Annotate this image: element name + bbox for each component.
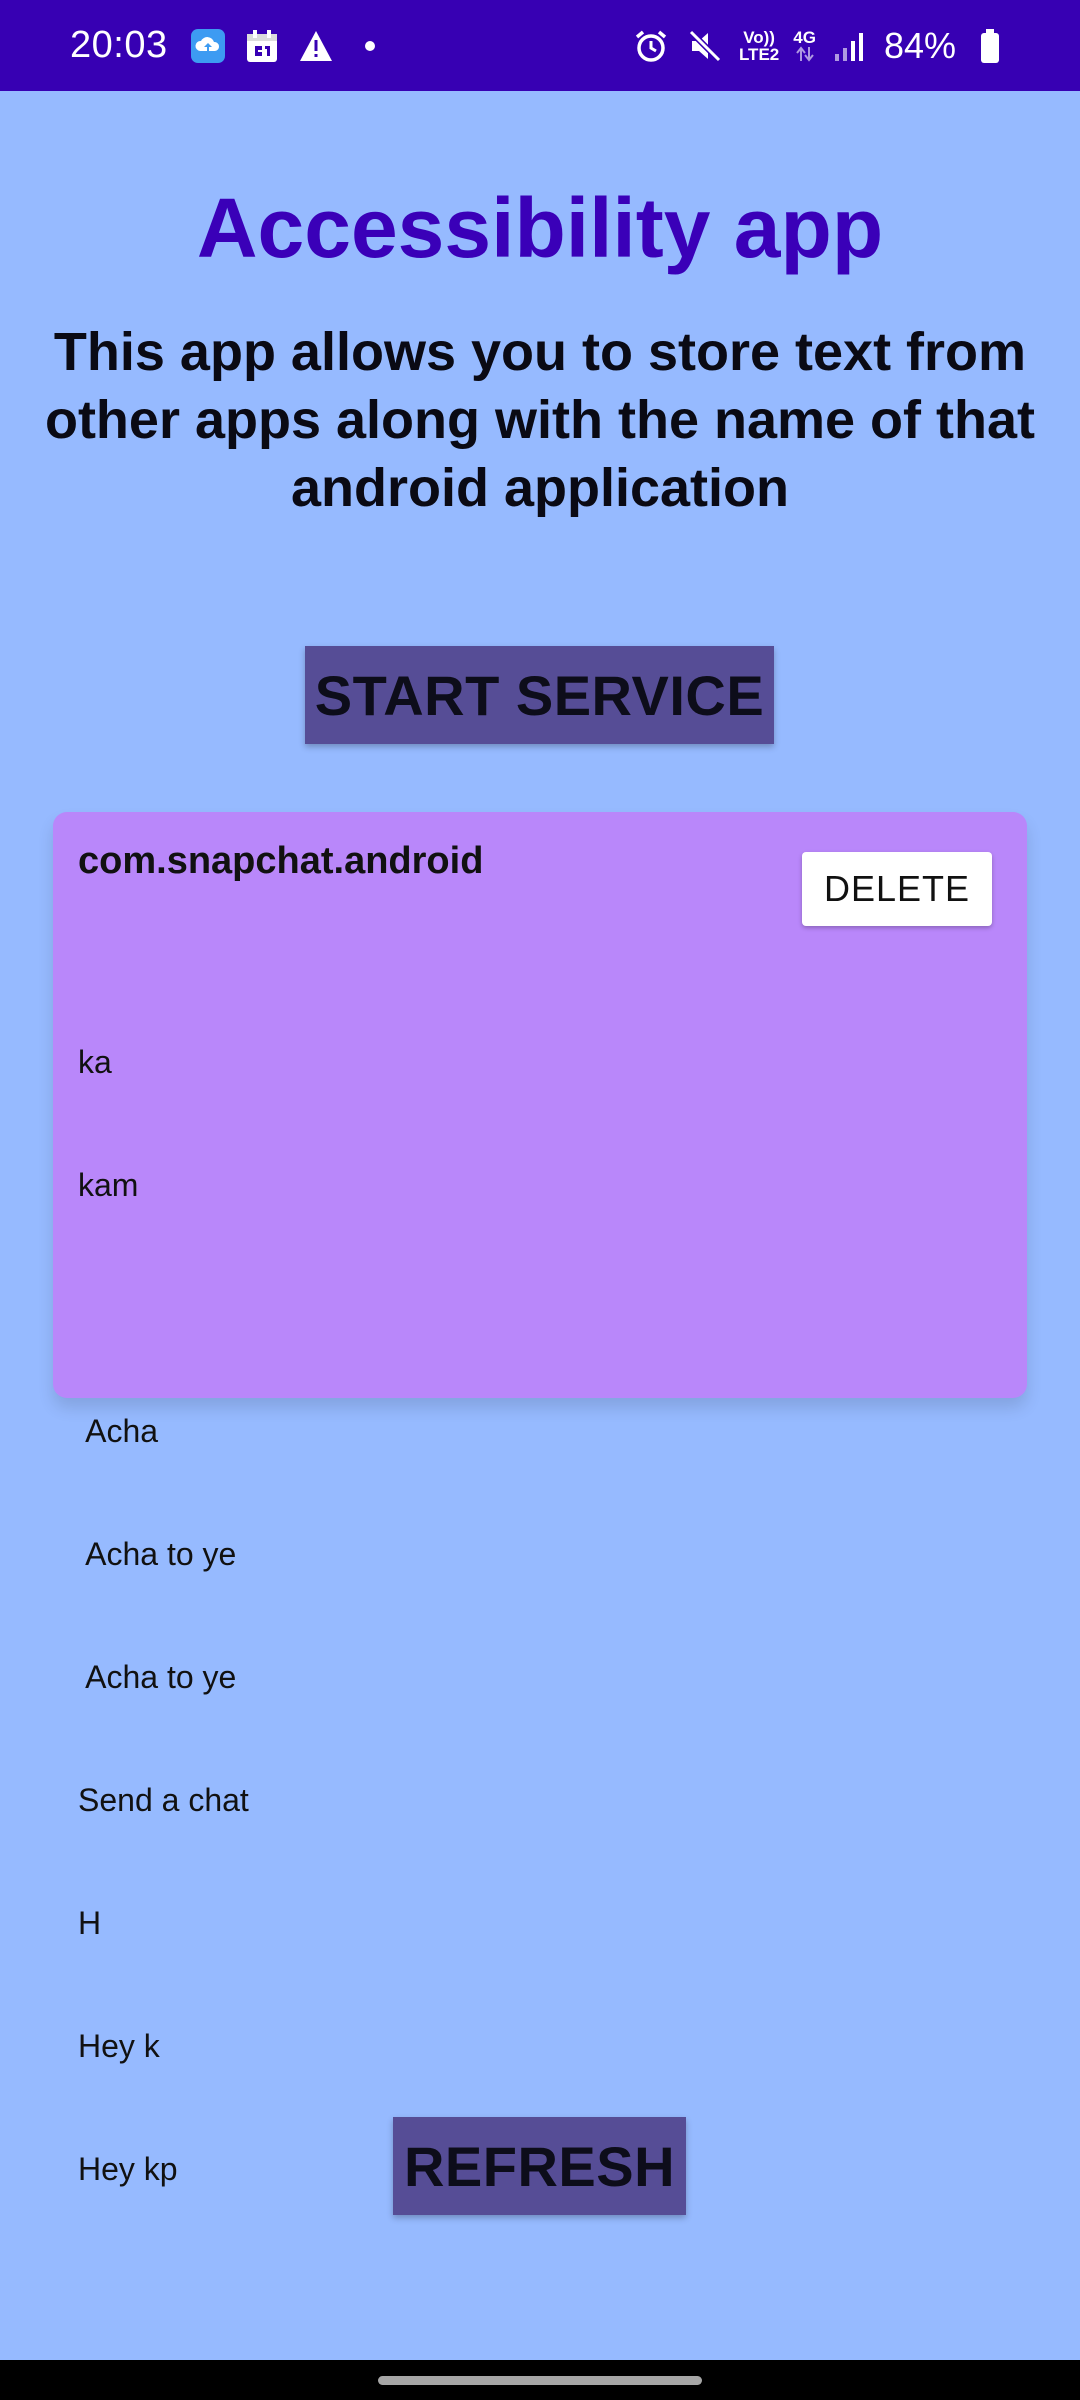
entry-app-name: com.snapchat.android: [78, 840, 484, 882]
navigation-bar: [0, 2360, 1080, 2400]
volte-top-label: Vo)): [743, 27, 775, 47]
entry-line: kam: [78, 1167, 139, 1203]
battery-icon: [970, 26, 1010, 66]
battery-percent: 84%: [883, 24, 956, 66]
home-indicator[interactable]: [378, 2376, 702, 2385]
volte-bottom-label: LTE2: [738, 44, 780, 64]
entry-line: Acha to ye: [78, 1536, 237, 1572]
mute-icon: [685, 26, 725, 66]
start-service-button[interactable]: START SERVICE: [305, 646, 774, 744]
status-right-group: Vo)) LTE2 4G 84%: [631, 0, 1010, 91]
status-left-group: 20:03: [70, 0, 390, 91]
alarm-icon: [631, 26, 671, 66]
delete-button[interactable]: DELETE: [802, 852, 992, 926]
app-description: This app allows you to store text from o…: [44, 322, 1036, 518]
entry-line: Acha: [78, 1413, 159, 1449]
entry-card: com.snapchat.android DELETE ka kam Acha …: [53, 812, 1027, 2187]
cloud-upload-icon: [188, 26, 228, 66]
entry-line: H: [78, 1905, 102, 1941]
page-title: Accessibility app: [196, 181, 884, 275]
signal-icon: [830, 26, 870, 66]
warning-icon: [296, 26, 336, 66]
network-type-label: 4G: [793, 28, 816, 47]
entry-line: Acha to ye: [78, 1659, 237, 1695]
entry-line: Send a chat: [78, 1782, 249, 1818]
entry-line: Hey k: [78, 2028, 160, 2064]
refresh-button[interactable]: REFRESH: [393, 2117, 686, 2215]
entry-line: ka: [78, 1044, 112, 1080]
volte-icon: Vo)) LTE2: [739, 29, 779, 63]
entry-line: [78, 1288, 978, 1329]
network-4g-icon: 4G: [793, 29, 816, 62]
calendar-icon: [242, 26, 282, 66]
status-time: 20:03: [70, 24, 168, 66]
entry-text-lines: ka kam Acha Acha to ye Acha to ye Send a…: [78, 960, 978, 2272]
dot-icon: [350, 26, 390, 66]
status-bar: 20:03 Vo)) LTE2 4G 84%: [0, 0, 1080, 91]
